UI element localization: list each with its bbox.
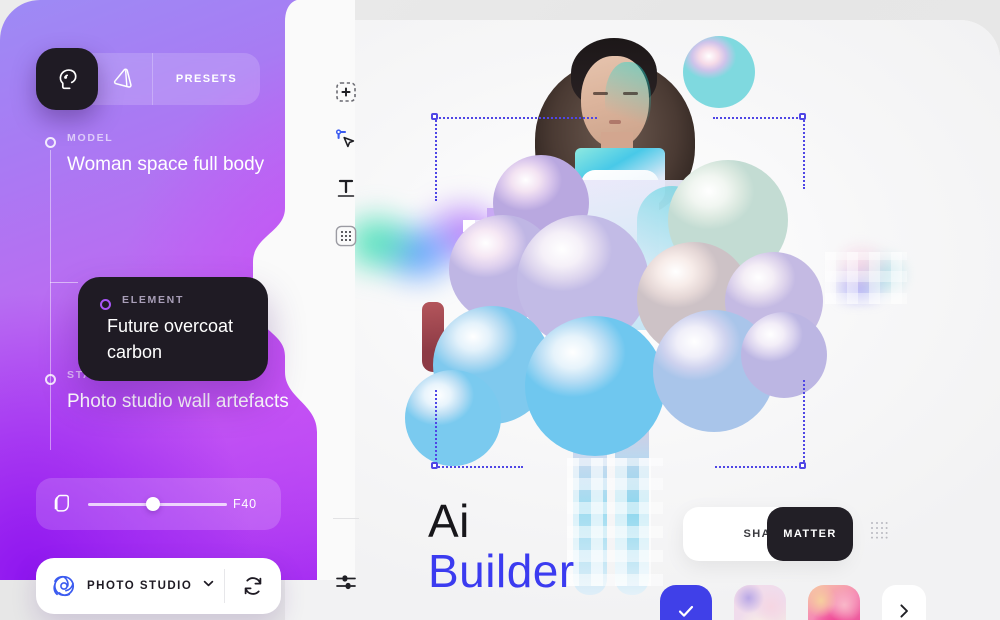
- prompt-node-element[interactable]: ELEMENT Future overcoat carbon: [78, 277, 268, 381]
- selection-edge-bottom-right[interactable]: [715, 466, 805, 468]
- brand-title: Ai Builder: [428, 498, 575, 598]
- canvas-panel: Ai Builder SHAPE MATTER: [285, 20, 1000, 620]
- studio-dropdown[interactable]: PHOTO STUDIO: [36, 574, 224, 598]
- selection-edge-left-bottom[interactable]: [435, 390, 437, 468]
- node-value: Future overcoat carbon: [107, 316, 234, 362]
- cursor-pointer-icon[interactable]: [329, 123, 363, 157]
- refresh-icon[interactable]: [225, 574, 281, 598]
- studio-selector: PHOTO STUDIO: [36, 558, 281, 614]
- selection-handle-top-left[interactable]: [431, 113, 438, 120]
- node-value: Photo studio wall artefacts: [67, 391, 289, 412]
- adjustments-icon[interactable]: [329, 565, 363, 599]
- slider-track[interactable]: [88, 497, 227, 511]
- node-dot-active: [100, 299, 111, 310]
- spheres-thumbnail[interactable]: [734, 585, 786, 620]
- selection-handle-bottom-left[interactable]: [431, 462, 438, 469]
- selection-edge-bottom-left[interactable]: [435, 466, 523, 468]
- node-label: MODEL: [67, 132, 114, 144]
- check-icon: [678, 605, 694, 617]
- dither-pattern-icon[interactable]: [329, 219, 363, 253]
- studio-name: PHOTO STUDIO: [87, 580, 193, 592]
- brand-line-1: Ai: [428, 495, 470, 547]
- segment-matter[interactable]: MATTER: [767, 507, 853, 561]
- generated-artwork: [285, 20, 1000, 620]
- sidebar-toolbar: PRESETS: [36, 48, 260, 110]
- sidebar-tab-shape[interactable]: [96, 53, 152, 105]
- swatch-strip: [660, 585, 926, 620]
- brand-line-2: Builder: [428, 545, 575, 597]
- text-tool-icon[interactable]: [329, 171, 363, 205]
- selection-edge-top-left[interactable]: [435, 117, 597, 119]
- selected-swatch[interactable]: [660, 585, 712, 620]
- head-profile-icon[interactable]: [36, 48, 98, 110]
- cone-shape-icon: [113, 68, 132, 88]
- toolbar-divider: [333, 518, 359, 519]
- slider-value: F40: [233, 497, 257, 511]
- selection-edge-right-bottom[interactable]: [803, 380, 805, 466]
- node-dot: [45, 137, 56, 148]
- canvas-toolbar: [329, 75, 363, 267]
- sidebar-panel: PRESETS MODEL Woman space full body Phot…: [0, 0, 355, 614]
- selection-handle-top-right[interactable]: [799, 113, 806, 120]
- chevron-right-icon: [900, 604, 908, 618]
- presets-button[interactable]: PRESETS: [152, 53, 260, 105]
- prompt-node-model[interactable]: MODEL Woman space full body: [45, 132, 315, 228]
- layers-icon: [36, 491, 88, 517]
- chevron-down-icon[interactable]: [202, 577, 215, 595]
- selection-edge-left-top[interactable]: [435, 117, 437, 201]
- app-root: Ai Builder SHAPE MATTER PRESETS MODEL Wo…: [0, 0, 1000, 620]
- element-connector: [50, 282, 78, 283]
- selection-edge-right-top[interactable]: [803, 117, 805, 189]
- node-value: Woman space full body: [67, 154, 265, 175]
- aperture-icon: [53, 575, 75, 597]
- flower-thumbnail[interactable]: [808, 585, 860, 620]
- next-page-button[interactable]: [882, 585, 926, 620]
- selection-handle-bottom-right[interactable]: [799, 462, 806, 469]
- depth-slider-row[interactable]: F40: [36, 478, 281, 530]
- shape-matter-toggle[interactable]: SHAPE MATTER: [683, 507, 853, 561]
- dither-pattern-icon[interactable]: [869, 520, 889, 545]
- add-selection-icon[interactable]: [329, 75, 363, 109]
- node-dot: [45, 374, 56, 385]
- selection-edge-top-right[interactable]: [713, 117, 805, 119]
- slider-handle[interactable]: [146, 497, 161, 511]
